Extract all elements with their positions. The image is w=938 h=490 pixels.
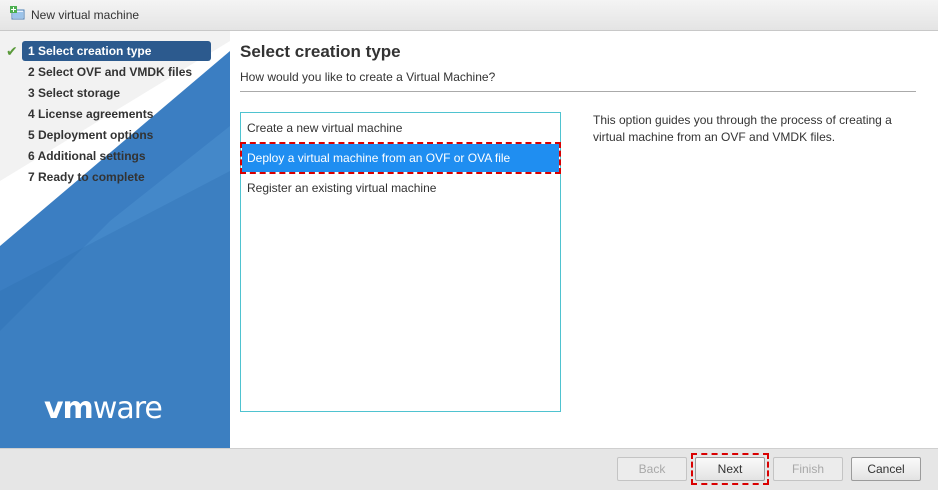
step-label: 3 Select storage — [28, 86, 121, 100]
check-icon: ✔ — [6, 43, 18, 59]
wizard-content: Select creation type How would you like … — [230, 31, 938, 448]
step-label: 6 Additional settings — [28, 149, 146, 163]
window-title: New virtual machine — [31, 8, 140, 22]
highlight-outline — [691, 453, 769, 485]
window-titlebar: New virtual machine — [0, 0, 938, 31]
cancel-button[interactable]: Cancel — [851, 457, 921, 481]
option-create-new-vm[interactable]: Create a new virtual machine — [242, 114, 559, 142]
new-vm-icon — [10, 6, 25, 20]
option-deploy-ovf-ova[interactable]: Deploy a virtual machine from an OVF or … — [240, 142, 561, 174]
back-button[interactable]: Back — [617, 457, 687, 481]
vmware-logo: vmware — [44, 391, 163, 426]
page-subtitle: How would you like to create a Virtual M… — [240, 70, 496, 84]
creation-type-list[interactable]: Create a new virtual machine Deploy a vi… — [240, 112, 561, 412]
divider — [240, 91, 916, 92]
finish-button[interactable]: Finish — [773, 457, 843, 481]
step-label: 4 License agreements — [28, 107, 154, 121]
step-deployment-options[interactable]: 5 Deployment options — [0, 125, 230, 146]
step-select-storage[interactable]: 3 Select storage — [0, 83, 230, 104]
step-ready-to-complete[interactable]: 7 Ready to complete — [0, 167, 230, 188]
step-select-creation-type[interactable]: ✔ 1 Select creation type — [0, 41, 230, 62]
step-label: 5 Deployment options — [28, 128, 154, 142]
step-select-ovf-vmdk-files[interactable]: 2 Select OVF and VMDK files — [0, 62, 230, 83]
step-label: 7 Ready to complete — [28, 170, 145, 184]
wizard-sidebar: ✔ 1 Select creation type 2 Select OVF an… — [0, 31, 230, 448]
highlight-outline — [240, 142, 561, 174]
step-label: 2 Select OVF and VMDK files — [28, 65, 193, 79]
step-label: 1 Select creation type — [28, 44, 152, 58]
step-additional-settings[interactable]: 6 Additional settings — [0, 146, 230, 167]
wizard-steps: ✔ 1 Select creation type 2 Select OVF an… — [0, 41, 230, 188]
option-register-existing-vm[interactable]: Register an existing virtual machine — [242, 174, 559, 202]
page-title: Select creation type — [240, 42, 401, 61]
wizard-footer: Back Next Finish Cancel — [0, 448, 938, 490]
step-license-agreements[interactable]: 4 License agreements — [0, 104, 230, 125]
option-description: This option guides you through the proce… — [593, 113, 892, 144]
next-button[interactable]: Next — [691, 453, 769, 485]
